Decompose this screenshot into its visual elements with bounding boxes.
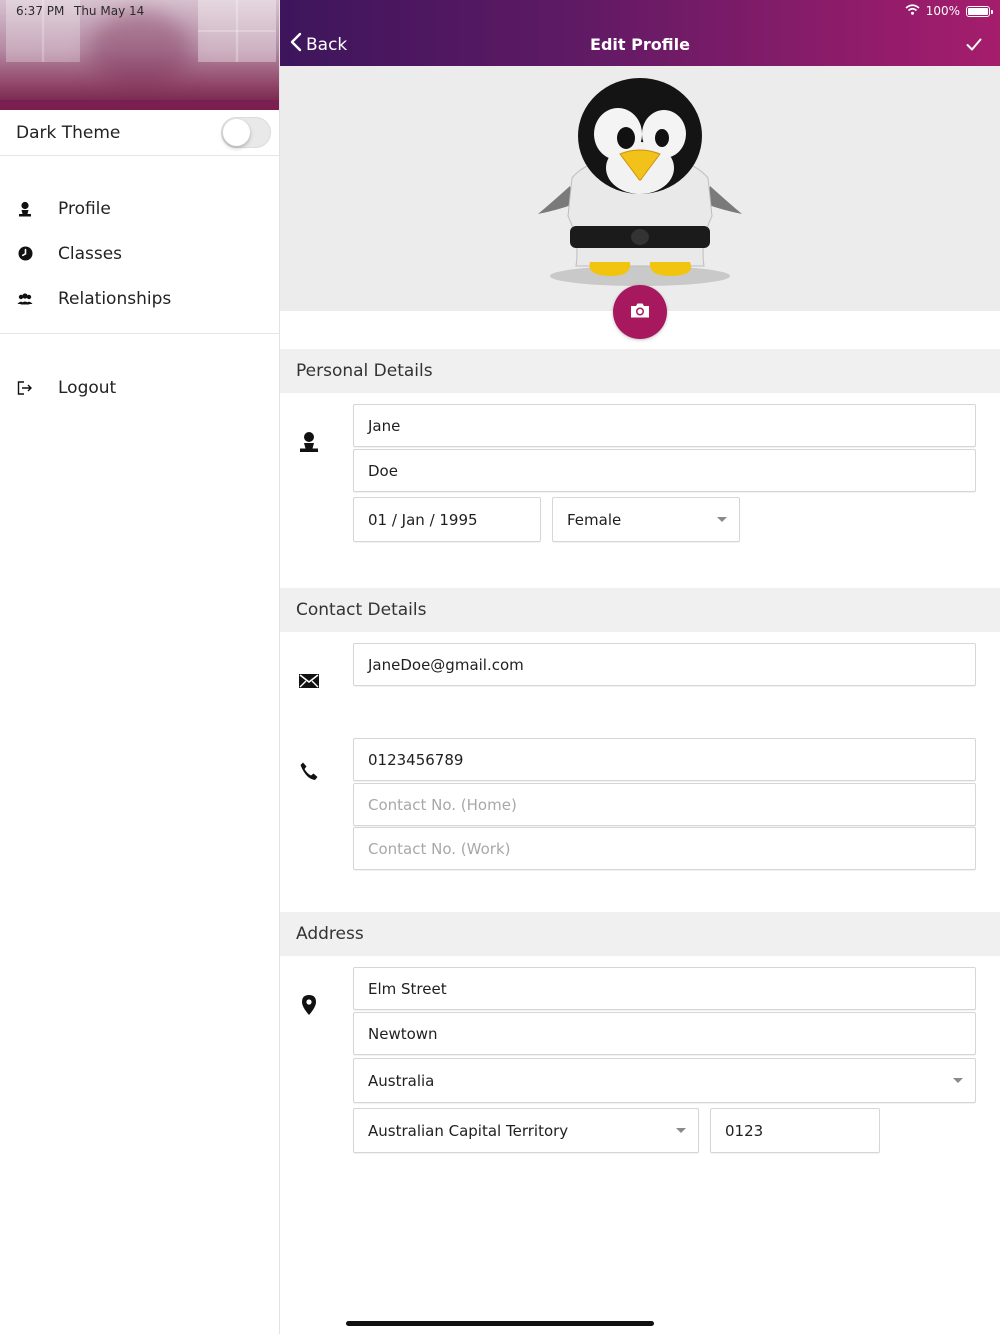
sidebar-item-logout[interactable]: Logout xyxy=(0,365,279,410)
postcode-field[interactable]: 0123 xyxy=(710,1108,880,1153)
page-title: Edit Profile xyxy=(590,35,690,54)
country-select[interactable]: Australia xyxy=(353,1058,976,1103)
navigation-bar: Back Edit Profile xyxy=(280,0,1000,66)
dark-theme-toggle[interactable] xyxy=(221,117,271,148)
battery-icon xyxy=(966,5,993,17)
change-photo-button[interactable] xyxy=(613,285,667,339)
home-number-placeholder: Contact No. (Home) xyxy=(368,795,517,814)
status-date: Thu May 14 xyxy=(74,4,145,18)
sidebar-item-relationships[interactable]: Relationships xyxy=(0,276,279,321)
wifi-icon xyxy=(905,4,920,18)
home-indicator xyxy=(346,1321,654,1326)
last-name-field[interactable]: Doe xyxy=(353,449,976,492)
street-value: Elm Street xyxy=(368,979,447,998)
sidebar-item-classes[interactable]: Classes xyxy=(0,231,279,276)
chevron-down-icon xyxy=(676,1127,686,1133)
dark-theme-row: Dark Theme xyxy=(0,110,279,156)
sidebar-nav: Profile Classes Relationships xyxy=(0,156,279,334)
location-pin-icon xyxy=(298,994,320,1016)
address-header: Address xyxy=(280,912,1000,956)
mail-icon xyxy=(298,670,320,692)
chevron-down-icon xyxy=(953,1077,963,1083)
side-menu: Dark Theme Profile Classes Relationships xyxy=(0,0,280,1334)
postcode-value: 0123 xyxy=(725,1121,764,1140)
dark-theme-label: Dark Theme xyxy=(16,122,121,143)
mobile-number-field[interactable]: 0123456789 xyxy=(353,738,976,781)
state-value: Australian Capital Territory xyxy=(368,1121,569,1140)
sidebar-item-label: Relationships xyxy=(58,288,172,309)
suburb-value: Newtown xyxy=(368,1024,438,1043)
state-select[interactable]: Australian Capital Territory xyxy=(353,1108,699,1153)
toggle-knob xyxy=(223,119,250,146)
work-number-field[interactable]: Contact No. (Work) xyxy=(353,827,976,870)
country-value: Australia xyxy=(368,1071,435,1090)
sidebar-item-label: Classes xyxy=(58,243,123,264)
edit-profile-screen: Back Edit Profile Personal Details Jane … xyxy=(280,0,1000,1334)
gender-value: Female xyxy=(567,510,622,529)
last-name-value: Doe xyxy=(368,461,398,480)
work-number-placeholder: Contact No. (Work) xyxy=(368,839,511,858)
personal-details-header: Personal Details xyxy=(280,349,1000,393)
profile-photo-area xyxy=(280,66,1000,339)
contact-details-header: Contact Details xyxy=(280,588,1000,632)
clock-icon xyxy=(16,245,34,263)
battery-percent: 100% xyxy=(925,4,960,18)
chevron-down-icon xyxy=(717,516,727,522)
suburb-field[interactable]: Newtown xyxy=(353,1012,976,1055)
profile-avatar xyxy=(530,76,750,291)
person-icon xyxy=(298,431,320,453)
status-time: 6:37 PM xyxy=(16,4,65,18)
camera-icon xyxy=(629,302,651,323)
email-value: JaneDoe@gmail.com xyxy=(368,655,524,674)
logout-icon xyxy=(16,379,34,397)
email-field[interactable]: JaneDoe@gmail.com xyxy=(353,643,976,686)
status-right: 100% xyxy=(905,4,993,18)
date-of-birth-field[interactable]: 01 / Jan / 1995 xyxy=(353,497,541,542)
save-button[interactable] xyxy=(966,36,982,55)
home-number-field[interactable]: Contact No. (Home) xyxy=(353,783,976,826)
group-icon xyxy=(16,290,34,308)
sidebar-item-label: Profile xyxy=(58,198,111,219)
mobile-number-value: 0123456789 xyxy=(368,750,464,769)
checkmark-icon xyxy=(966,36,982,55)
first-name-value: Jane xyxy=(368,416,401,435)
person-icon xyxy=(16,200,34,218)
phone-icon xyxy=(298,760,320,782)
gender-select[interactable]: Female xyxy=(552,497,740,542)
date-of-birth-value: 01 / Jan / 1995 xyxy=(368,510,478,529)
first-name-field[interactable]: Jane xyxy=(353,404,976,447)
logout-label: Logout xyxy=(58,377,117,398)
sidebar-item-profile[interactable]: Profile xyxy=(0,186,279,231)
street-field[interactable]: Elm Street xyxy=(353,967,976,1010)
